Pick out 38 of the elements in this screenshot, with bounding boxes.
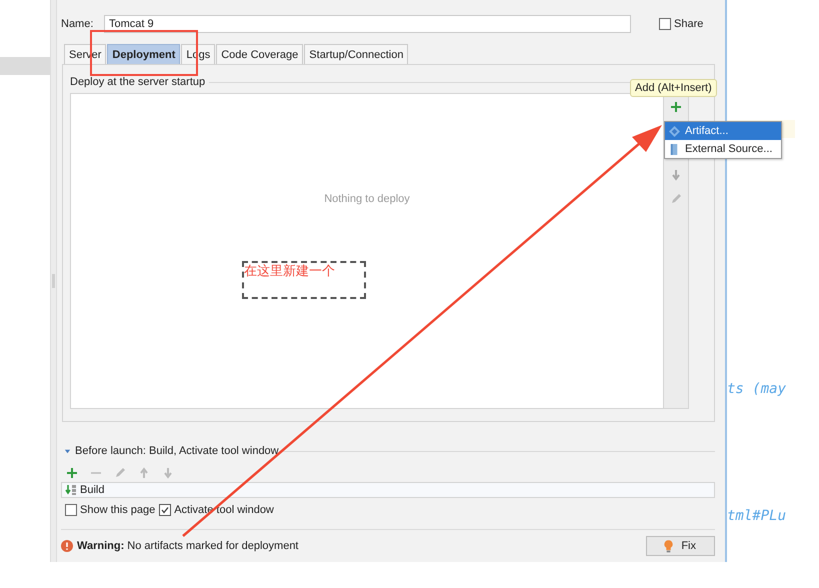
diamond-icon	[669, 126, 680, 136]
before-launch-title[interactable]: Before launch: Build, Activate tool window	[75, 445, 279, 457]
empty-text: Nothing to deploy	[324, 193, 410, 207]
task-row[interactable]: Build	[61, 482, 715, 498]
checkbox[interactable]	[65, 504, 77, 516]
build-icon	[65, 484, 77, 496]
menu-item[interactable]: External Source...	[665, 140, 781, 158]
splitter[interactable]	[50, 0, 57, 562]
name-label: Name:	[61, 18, 94, 30]
pencil-icon[interactable]	[670, 193, 682, 205]
down-arrow-icon[interactable]	[162, 467, 174, 479]
annotation-note: 在这里新建一个	[242, 261, 366, 299]
warning-icon	[61, 540, 73, 552]
share-label: Share	[674, 18, 704, 30]
expand-triangle-icon[interactable]	[64, 448, 71, 454]
tooltip: Add (Alt+Insert)	[630, 79, 717, 97]
folder-bar-icon	[669, 144, 680, 154]
tab[interactable]: Code Coverage	[216, 44, 304, 64]
group-title: Deploy at the server startup	[70, 76, 206, 88]
tab[interactable]: Startup/Connection	[304, 44, 408, 64]
tab[interactable]: Deployment	[107, 44, 180, 64]
fix-button[interactable]: Fix	[646, 536, 715, 556]
warning-message: Warning: No artifacts marked for deployment	[77, 540, 298, 552]
name-field[interactable]: Tomcat 9	[104, 15, 631, 33]
up-arrow-icon[interactable]	[138, 467, 150, 479]
checkbox[interactable]	[159, 504, 172, 516]
add-icon[interactable]	[670, 101, 682, 113]
code-text: ts (may	[727, 381, 788, 397]
checkbox-label: Show this page	[80, 504, 156, 516]
lightbulb-icon	[664, 540, 674, 552]
menu-item[interactable]: Artifact...	[665, 122, 781, 140]
checkbox-label: Activate tool window	[174, 504, 274, 516]
code-text: tml#PLu	[727, 508, 788, 524]
pencil-icon[interactable]	[114, 467, 126, 479]
selected-row[interactable]	[0, 57, 50, 75]
down-arrow-icon[interactable]	[670, 169, 682, 181]
add-icon[interactable]	[66, 467, 78, 479]
share-checkbox[interactable]	[659, 18, 671, 30]
